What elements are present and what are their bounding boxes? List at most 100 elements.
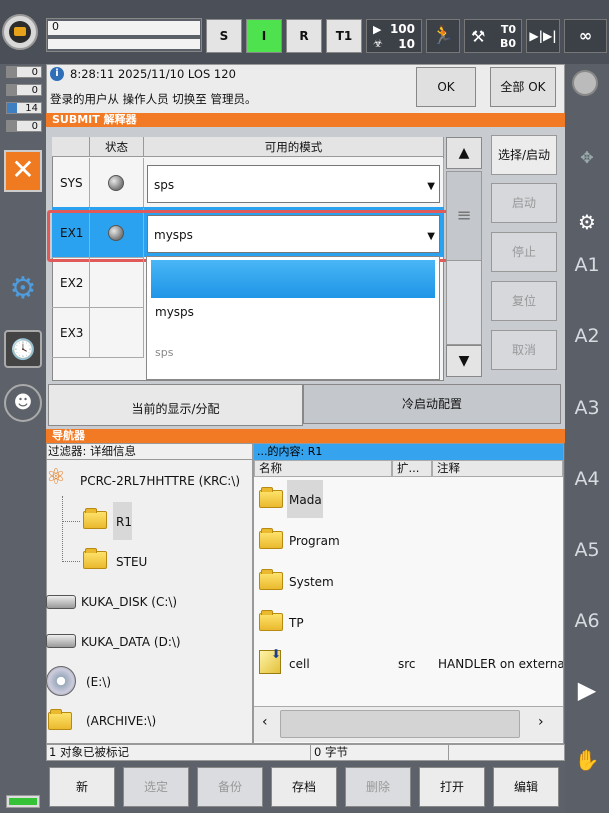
message-counter-stop[interactable]: 0	[6, 66, 42, 78]
dropdown-option-empty[interactable]	[151, 260, 435, 298]
axis-a6-label[interactable]: A6	[565, 610, 609, 632]
status-bar: 1 对象已被标记 0 字节	[46, 744, 565, 761]
scroll-down-button[interactable]: ▼	[446, 345, 482, 377]
tab-cold-start-config[interactable]: 冷启动配置	[303, 384, 561, 424]
infinity-jog-button[interactable]: ∞	[564, 19, 607, 53]
mode-select-sys[interactable]: sps ▼	[147, 165, 440, 203]
axis-a4-label[interactable]: A4	[565, 468, 609, 490]
row-status-ex3	[90, 308, 144, 358]
message-timestamp: 8:28:11 2025/11/10 LOS 120	[70, 67, 236, 81]
play-icon[interactable]: ▶	[565, 676, 609, 704]
start-button[interactable]: 启动	[491, 183, 557, 223]
scrollbar-thumb[interactable]: ≡	[446, 171, 482, 261]
scroll-up-button[interactable]: ▲	[446, 137, 482, 169]
ok-button[interactable]: OK	[416, 67, 476, 107]
folder-icon	[259, 487, 283, 508]
folder-icon	[259, 569, 283, 590]
dropdown-option-sps[interactable]: sps	[155, 346, 173, 359]
file-name-cell[interactable]: cell	[289, 657, 310, 671]
cd-drive-icon	[46, 666, 76, 696]
tree-node-archive[interactable]: (ARCHIVE:\)	[86, 714, 156, 728]
folder-icon	[259, 528, 283, 549]
main-menu-logo-icon[interactable]	[2, 14, 38, 50]
file-name-program[interactable]: Program	[289, 534, 340, 548]
space-mouse-icon[interactable]: ✥	[570, 123, 604, 193]
program-counter-value: 0	[52, 20, 59, 33]
override-button[interactable]: ▶ 100 ☣ 10	[366, 19, 422, 53]
walking-person-icon[interactable]: 🏃	[426, 19, 460, 53]
operating-mode-button[interactable]: T1	[326, 19, 362, 53]
axis-a2-label[interactable]: A2	[565, 325, 609, 347]
dropdown-arrow-icon: ▼	[427, 181, 435, 192]
file-name-system[interactable]: System	[289, 575, 334, 589]
column-header-comment[interactable]: 注释	[432, 460, 563, 477]
incremental-jog-button[interactable]: ▶|▶|	[526, 19, 560, 53]
axis-a1-label[interactable]: A1	[565, 254, 609, 276]
tool-base-button[interactable]: ⚒ T0 B0	[464, 19, 522, 53]
drives-status-button[interactable]: I	[246, 19, 282, 53]
robot-icon[interactable]: ⚙	[570, 210, 604, 236]
archive-button[interactable]: 存档	[271, 767, 337, 807]
globe-icon[interactable]	[572, 70, 598, 96]
submit-status-button[interactable]: S	[206, 19, 242, 53]
message-counter-ack[interactable]: 0	[6, 84, 42, 96]
delete-button[interactable]: 删除	[345, 767, 411, 807]
scroll-right-icon[interactable]: ›	[538, 714, 544, 730]
tree-node-root[interactable]: PCRC-2RL7HHTTRE (KRC:\)	[80, 474, 240, 488]
tree-node-e-drive[interactable]: (E:\)	[86, 675, 111, 689]
edit-button[interactable]: 编辑	[493, 767, 559, 807]
horizontal-scroll-thumb[interactable]	[280, 710, 520, 738]
folder-icon	[83, 508, 107, 529]
column-header-extension[interactable]: 扩...	[392, 460, 432, 477]
robot-controller-icon: ⚛	[46, 465, 66, 490]
tree-node-kuka-data[interactable]: KUKA_DATA (D:\)	[81, 635, 181, 649]
column-header-name	[52, 137, 90, 157]
tree-node-steu[interactable]: STEU	[116, 555, 147, 569]
axis-a3-label[interactable]: A3	[565, 397, 609, 419]
highlight-frame	[47, 210, 454, 262]
tree-node-r1[interactable]: R1	[116, 515, 132, 529]
robot-interpreter-button[interactable]: R	[286, 19, 322, 53]
dropdown-option-mysps[interactable]: mysps	[155, 305, 194, 319]
row-status-sys	[90, 158, 144, 208]
clock-icon[interactable]: 🕓	[4, 330, 42, 368]
close-icon[interactable]: ✕	[4, 150, 42, 192]
open-button[interactable]: 打开	[419, 767, 485, 807]
status-led-icon	[108, 175, 124, 191]
message-counter-wait[interactable]: 0	[6, 120, 42, 132]
tree-line	[62, 521, 80, 522]
jog-hand-icon[interactable]: ✋	[565, 748, 609, 772]
select-button[interactable]: 选定	[123, 767, 189, 807]
message-counter-info[interactable]: 14	[6, 102, 42, 114]
new-button[interactable]: 新	[49, 767, 115, 807]
cancel-button[interactable]: 取消	[491, 330, 557, 370]
jog-override-icon: ☣	[373, 37, 383, 50]
column-header-name[interactable]: 名称	[254, 460, 392, 477]
row-name-ex2[interactable]: EX2	[52, 258, 90, 308]
navigator-title: 导航器	[46, 429, 565, 443]
stop-button[interactable]: 停止	[491, 232, 557, 272]
user-group-icon[interactable]: ☻	[4, 384, 42, 422]
tree-node-kuka-disk[interactable]: KUKA_DISK (C:\)	[81, 595, 177, 609]
row-name-sys[interactable]: SYS	[52, 158, 90, 208]
axis-a5-label[interactable]: A5	[565, 539, 609, 561]
tool-icon: ⚒	[471, 27, 486, 46]
select-start-button[interactable]: 选择/启动	[491, 135, 557, 175]
row-name-ex3[interactable]: EX3	[52, 308, 90, 358]
tab-current-display[interactable]: 当前的显示/分配	[48, 384, 303, 426]
file-name-tp[interactable]: TP	[289, 616, 304, 630]
message-text: 登录的用户从 操作人员 切换至 管理员。	[50, 92, 257, 106]
base-number: B0	[499, 37, 516, 50]
play-small-icon: ▶	[373, 23, 382, 36]
file-name-mada[interactable]: Mada	[289, 493, 322, 507]
gear-icon[interactable]: ⚙	[4, 272, 42, 310]
info-icon: i	[50, 67, 64, 81]
scroll-left-icon[interactable]: ‹	[262, 714, 268, 730]
backup-button[interactable]: 备份	[197, 767, 263, 807]
reset-button[interactable]: 复位	[491, 281, 557, 321]
submit-panel-title: SUBMIT 解释器	[46, 113, 565, 127]
status-bytes: 0 字节	[311, 745, 449, 760]
program-override-slider[interactable]	[46, 18, 202, 52]
navigator-filter[interactable]: 过滤器: 详细信息	[46, 443, 253, 460]
all-ok-button[interactable]: 全部 OK	[490, 67, 556, 107]
